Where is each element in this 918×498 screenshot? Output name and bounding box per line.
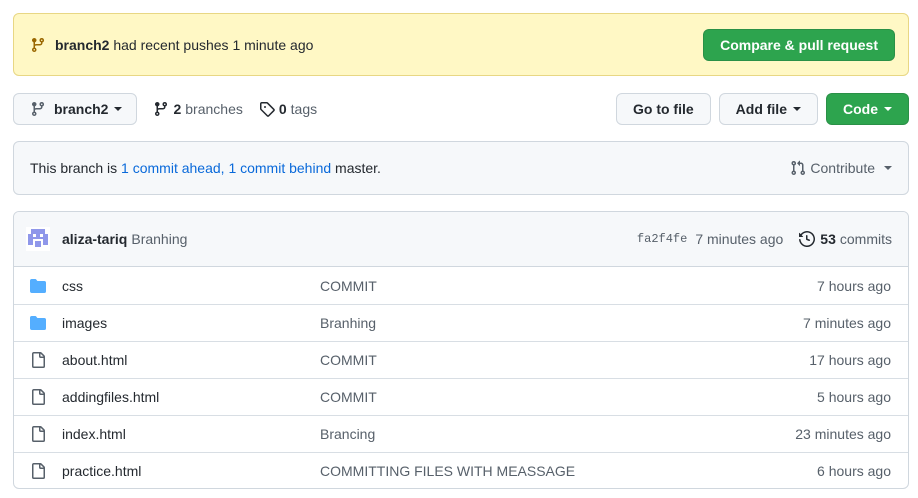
- file-commit-message[interactable]: COMMITTING FILES WITH MEASSAGE: [320, 463, 817, 479]
- code-label: Code: [843, 100, 878, 117]
- file-row[interactable]: css COMMIT 7 hours ago: [14, 267, 908, 304]
- file-icon: [30, 426, 48, 442]
- file-rows: css COMMIT 7 hours ago images Branhing 7…: [14, 267, 908, 488]
- compare-pull-request-button[interactable]: Compare & pull request: [703, 28, 895, 61]
- branches-count: 2: [173, 100, 182, 117]
- tags-label: tags: [290, 100, 318, 117]
- file-icon: [30, 463, 48, 479]
- tags-count: 0: [278, 100, 287, 117]
- commit-sha[interactable]: fa2f4fe: [637, 232, 687, 246]
- commits-label: commits: [839, 231, 892, 247]
- file-age: 5 hours ago: [817, 389, 891, 405]
- banner-text: had recent pushes 1 minute ago: [113, 36, 314, 53]
- file-commit-message[interactable]: COMMIT: [320, 389, 817, 405]
- contribute-dropdown[interactable]: Contribute: [790, 160, 892, 176]
- folder-icon: [30, 315, 48, 331]
- branch-select-button[interactable]: branch2: [13, 92, 138, 125]
- commits-behind-link[interactable]: 1 commit behind: [228, 160, 331, 176]
- tags-link[interactable]: 0 tags: [259, 101, 317, 117]
- add-file-label: Add file: [735, 100, 787, 117]
- branch-status-box: This branch is 1 commit ahead, 1 commit …: [13, 141, 909, 195]
- file-row[interactable]: about.html COMMIT 17 hours ago: [14, 341, 908, 378]
- branch-select-label: branch2: [54, 100, 109, 117]
- pull-request-icon: [791, 160, 806, 176]
- status-suffix: master.: [335, 160, 381, 176]
- file-age: 17 hours ago: [809, 352, 891, 368]
- branches-label: branches: [185, 100, 243, 117]
- file-age: 23 minutes ago: [795, 426, 891, 442]
- branches-link[interactable]: 2 branches: [153, 100, 243, 117]
- file-name[interactable]: css: [62, 278, 320, 294]
- banner-branch-name[interactable]: branch2: [55, 37, 109, 53]
- file-commit-message[interactable]: Branhing: [320, 315, 803, 331]
- file-name[interactable]: about.html: [62, 352, 320, 368]
- file-age: 6 hours ago: [817, 463, 891, 479]
- history-icon: [799, 231, 816, 247]
- code-button[interactable]: Code: [826, 92, 909, 125]
- commit-message[interactable]: Branhing: [131, 231, 187, 247]
- repo-toolbar: branch2 2 branches 0 tags Go to file Add…: [13, 92, 909, 125]
- file-commit-message[interactable]: COMMIT: [320, 278, 817, 294]
- git-branch-icon: [155, 101, 168, 116]
- status-prefix: This branch is: [30, 160, 118, 176]
- latest-commit-bar: aliza-tariq Branhing fa2f4fe 7 minutes a…: [14, 212, 908, 267]
- folder-icon: [30, 278, 48, 294]
- recent-pushes-banner: branch2 had recent pushes 1 minute ago C…: [13, 13, 909, 76]
- avatar[interactable]: [26, 227, 50, 251]
- caret-down-icon: [884, 106, 892, 111]
- commit-time[interactable]: 7 minutes ago: [695, 231, 783, 247]
- caret-down-icon: [793, 106, 801, 111]
- commits-history-link[interactable]: 53 commits: [799, 231, 892, 247]
- file-name[interactable]: images: [62, 315, 320, 331]
- file-name[interactable]: practice.html: [62, 463, 320, 479]
- file-row[interactable]: practice.html COMMITTING FILES WITH MEAS…: [14, 452, 908, 488]
- tag-icon: [259, 101, 275, 117]
- git-branch-icon: [31, 37, 44, 52]
- file-icon: [30, 352, 48, 368]
- contribute-label: Contribute: [810, 160, 875, 176]
- file-commit-message[interactable]: COMMIT: [320, 352, 809, 368]
- add-file-button[interactable]: Add file: [718, 92, 818, 125]
- file-name[interactable]: index.html: [62, 426, 320, 442]
- commit-author[interactable]: aliza-tariq: [62, 231, 127, 247]
- banner-message: branch2 had recent pushes 1 minute ago: [55, 37, 313, 53]
- go-to-file-button[interactable]: Go to file: [615, 92, 711, 125]
- file-name[interactable]: addingfiles.html: [62, 389, 320, 405]
- file-age: 7 minutes ago: [803, 315, 891, 331]
- commits-count: 53: [820, 231, 836, 247]
- git-branch-icon: [31, 101, 44, 116]
- file-row[interactable]: addingfiles.html COMMIT 5 hours ago: [14, 378, 908, 415]
- commits-ahead-link[interactable]: 1 commit ahead,: [121, 160, 225, 176]
- file-commit-message[interactable]: Brancing: [320, 426, 795, 442]
- file-row[interactable]: index.html Brancing 23 minutes ago: [14, 415, 908, 452]
- caret-down-icon: [884, 166, 892, 170]
- file-icon: [30, 389, 48, 405]
- file-age: 7 hours ago: [817, 277, 891, 294]
- branch-status-text: This branch is 1 commit ahead, 1 commit …: [30, 160, 381, 176]
- file-row[interactable]: images Branhing 7 minutes ago: [14, 304, 908, 341]
- file-list: aliza-tariq Branhing fa2f4fe 7 minutes a…: [13, 211, 909, 489]
- caret-down-icon: [114, 106, 123, 111]
